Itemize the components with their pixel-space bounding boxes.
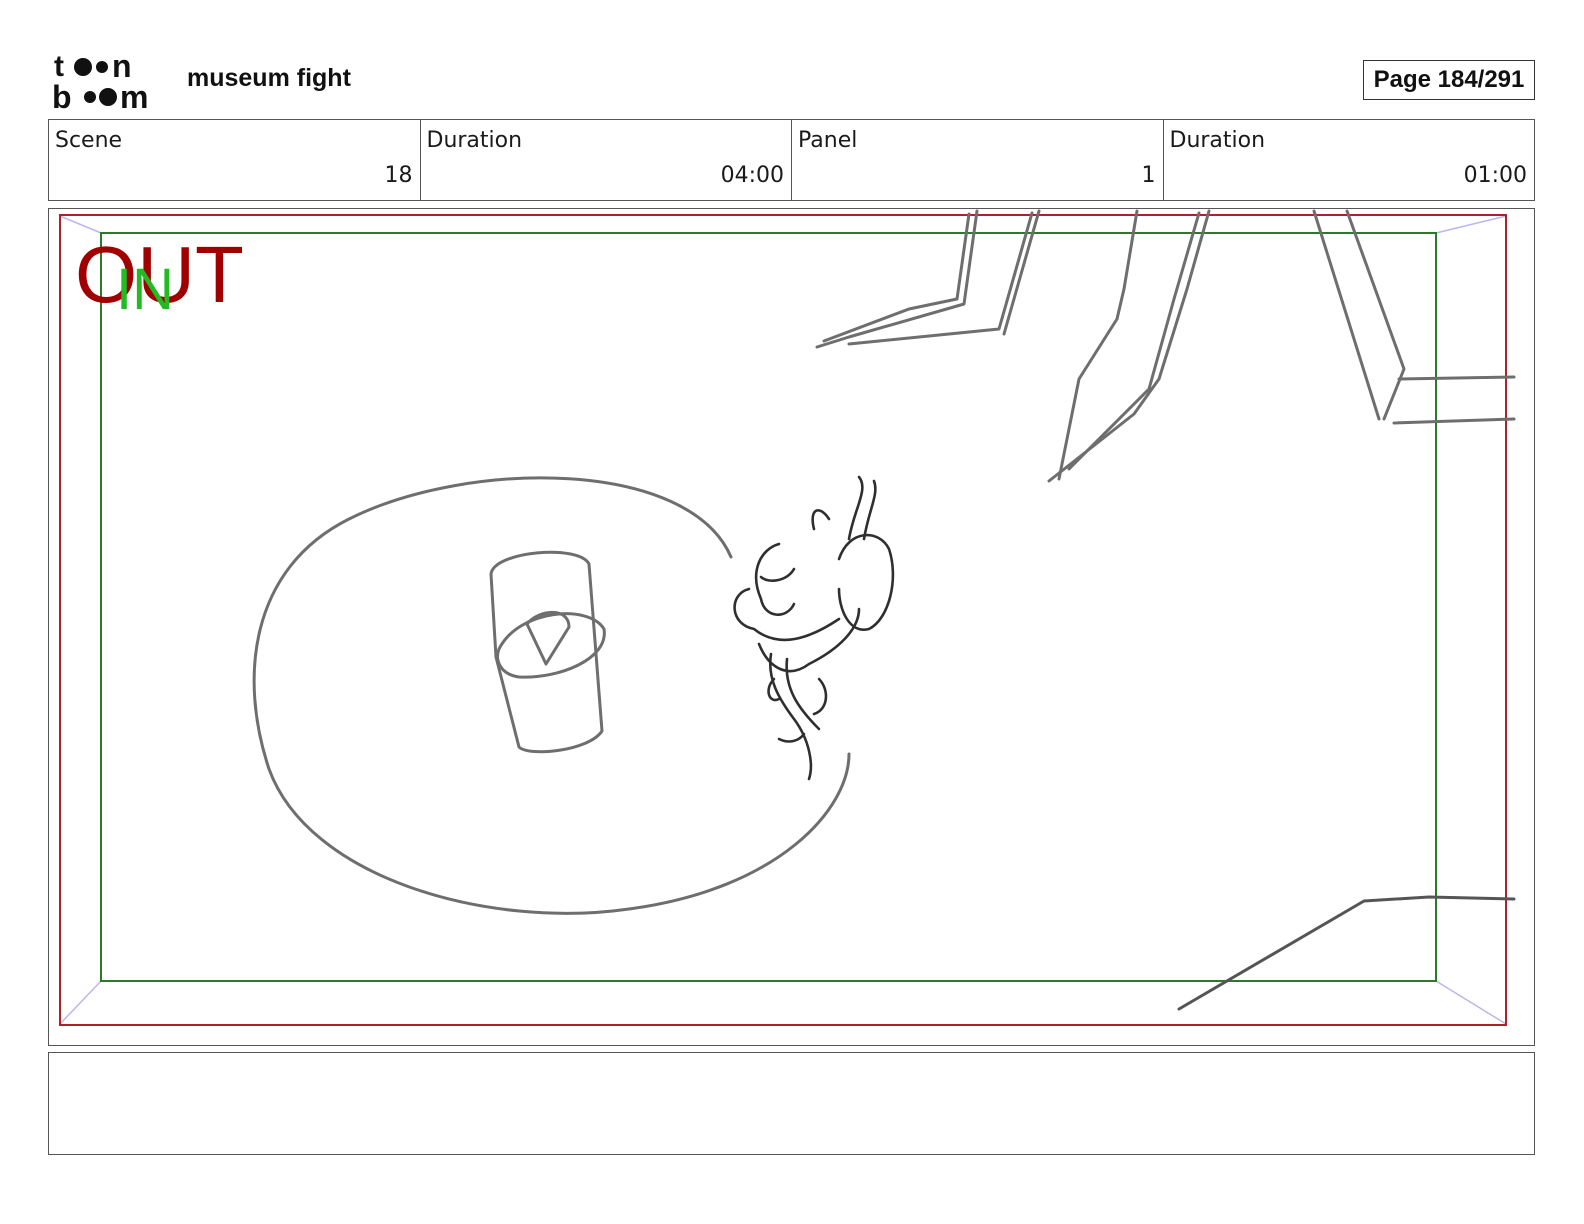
scene-duration-label: Duration [426,128,523,153]
storyboard-panel[interactable]: OUT IN [48,208,1535,1046]
scene-value: 18 [384,163,413,188]
scene-cell: Scene 18 [49,120,421,200]
in-camera-frame [100,232,1437,982]
out-camera-frame [59,214,1507,1026]
in-frame-label: IN [116,257,174,322]
scene-label: Scene [55,128,123,153]
toon-boom-logo: t n b m [52,50,148,112]
scene-duration-cell: Duration 04:00 [421,120,792,200]
panel-duration-label: Duration [1169,128,1266,153]
background-sketch [252,209,1516,1011]
panel-duration-value: 01:00 [1463,163,1527,188]
panel-notes-box[interactable] [48,1052,1535,1155]
panel-cell: Panel 1 [792,120,1164,200]
page-indicator: Page 184/291 [1363,60,1535,100]
scene-duration-value: 04:00 [720,163,784,188]
scene-info-table: Scene 18 Duration 04:00 Panel 1 Duration… [48,119,1535,201]
character-sketch [733,475,895,781]
panel-label: Panel [798,128,858,153]
svg-text:m: m [120,79,148,112]
camera-diagonals [59,215,1507,1025]
panel-value: 1 [1141,163,1156,188]
project-title: museum fight [187,64,351,92]
panel-duration-cell: Duration 01:00 [1164,120,1535,200]
svg-text:b: b [52,79,72,112]
panel-sketch-canvas [59,209,1516,1026]
